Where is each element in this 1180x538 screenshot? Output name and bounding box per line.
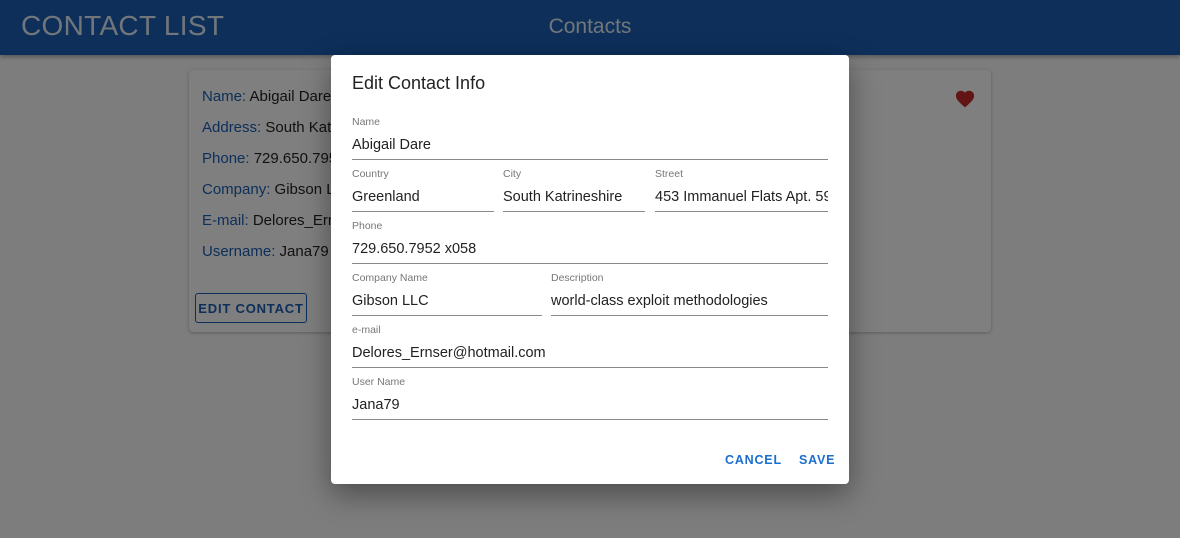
description-field: Description <box>551 272 828 316</box>
edit-contact-dialog: Edit Contact Info Name Country City Stre… <box>331 55 849 484</box>
street-field-label: Street <box>655 168 684 180</box>
name-field-label: Name <box>352 116 381 128</box>
phone-field: Phone <box>352 220 828 264</box>
phone-field-label: Phone <box>352 220 383 232</box>
description-field-label: Description <box>551 272 604 284</box>
country-input[interactable] <box>352 186 494 212</box>
username-field-label: User Name <box>352 376 406 388</box>
dialog-title: Edit Contact Info <box>352 73 486 93</box>
country-field: Country <box>352 168 494 212</box>
save-button[interactable]: SAVE <box>799 453 835 467</box>
description-input[interactable] <box>551 290 828 316</box>
email-field-label: e-mail <box>352 324 381 336</box>
company-name-field: Company Name <box>352 272 542 316</box>
email-field: e-mail <box>352 324 828 368</box>
phone-input[interactable] <box>352 238 828 264</box>
cancel-button[interactable]: CANCEL <box>725 453 782 467</box>
username-input[interactable] <box>352 394 828 420</box>
email-input[interactable] <box>352 342 828 368</box>
city-field-label: City <box>503 168 522 180</box>
username-field: User Name <box>352 376 828 420</box>
company-name-field-label: Company Name <box>352 272 428 284</box>
street-field: Street <box>655 168 828 212</box>
city-field: City <box>503 168 645 212</box>
name-field: Name <box>352 116 828 160</box>
country-field-label: Country <box>352 168 389 180</box>
city-input[interactable] <box>503 186 645 212</box>
street-input[interactable] <box>655 186 828 212</box>
company-name-input[interactable] <box>352 290 542 316</box>
name-input[interactable] <box>352 134 828 160</box>
